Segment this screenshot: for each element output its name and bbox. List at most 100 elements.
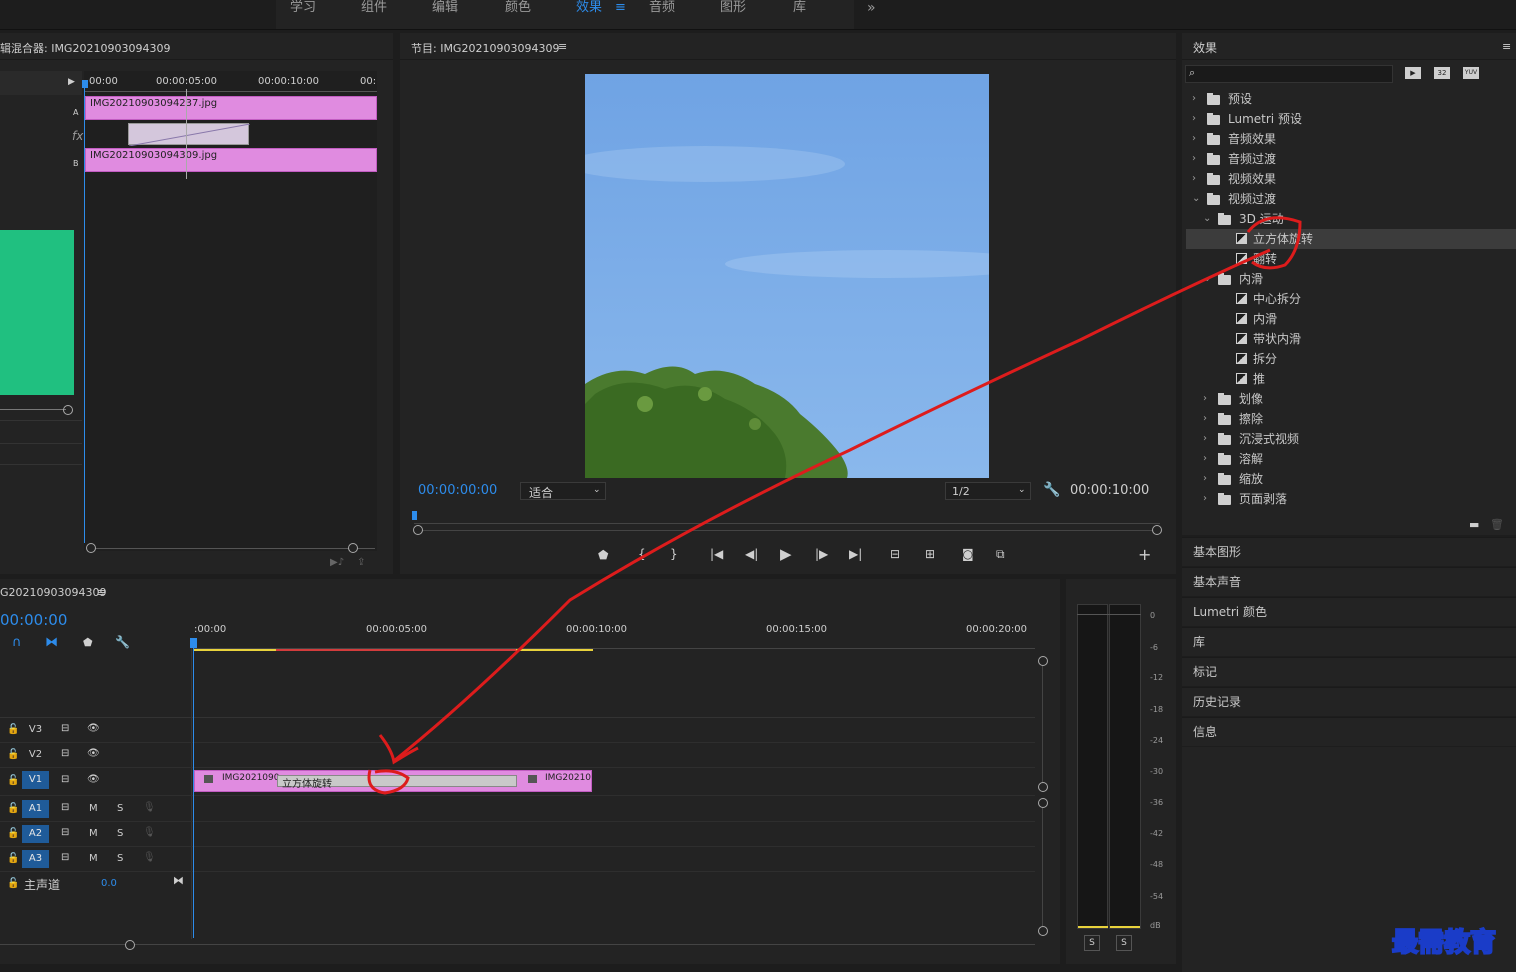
timeline-transition[interactable]: 立方体旋转 [277, 775, 517, 790]
lift-icon[interactable]: ⊟ [890, 547, 900, 561]
track-label-v3[interactable]: V3 [22, 721, 49, 739]
camera-icon[interactable]: ◙ [962, 547, 974, 561]
effects-tree-item[interactable]: 带状内滑 [1186, 329, 1516, 349]
workspace-tab-learn[interactable]: 学习 [290, 0, 316, 28]
chevron-right-icon[interactable]: › [1192, 129, 1196, 149]
chevron-right-icon[interactable]: › [1203, 449, 1207, 469]
tab-essential-sound[interactable]: 基本声音 [1182, 567, 1516, 596]
timeline-playhead[interactable] [193, 640, 194, 938]
workspace-tab-audio[interactable]: 音频 [649, 0, 675, 28]
sync-lock-icon[interactable]: ⊟ [61, 774, 69, 785]
master-volume-value[interactable]: 0.0 [101, 878, 117, 889]
solo-right-button[interactable]: S [1116, 935, 1132, 951]
video-scroll-top-handle[interactable] [1038, 656, 1048, 666]
transition-bar[interactable] [128, 123, 251, 147]
preview-slider-handle[interactable] [63, 405, 73, 415]
mute-button[interactable]: M [89, 828, 98, 839]
clip-a[interactable]: IMG20210903094237.jpg [85, 96, 377, 120]
chevron-right-icon[interactable]: › [1203, 429, 1207, 449]
program-zoom-right-handle[interactable] [1152, 525, 1162, 535]
effects-tree-item[interactable]: 立方体旋转 [1186, 229, 1516, 249]
mute-button[interactable]: M [89, 853, 98, 864]
sync-lock-icon[interactable]: ⊟ [61, 802, 69, 813]
effects-tree-item[interactable]: › 音频过渡 [1186, 149, 1516, 169]
ec-playhead-handle[interactable] [82, 80, 88, 88]
effects-tree-item[interactable]: ⌄ 3D 运动 [1186, 209, 1516, 229]
effects-tree-item[interactable]: 中心拆分 [1186, 289, 1516, 309]
video-scroll-bottom-handle[interactable] [1038, 782, 1048, 792]
sync-lock-icon[interactable]: ⊟ [61, 723, 69, 734]
effects-tree-item[interactable]: › 缩放 [1186, 469, 1516, 489]
workspace-tab-menu-icon[interactable]: ≡ [615, 0, 626, 28]
yuv-effects-icon[interactable]: YUV [1463, 67, 1479, 79]
ec-scrollbar[interactable] [90, 548, 375, 549]
chevron-right-icon[interactable]: › [1192, 169, 1196, 189]
expand-arrow-icon[interactable]: ▶ [68, 77, 75, 87]
program-zoom-left-handle[interactable] [413, 525, 423, 535]
effects-tree-item[interactable]: ⌄ 内滑 [1186, 269, 1516, 289]
zoom-select[interactable]: 适合 ⌄ [520, 482, 606, 500]
timeline-timecode[interactable]: 00:00:00 [0, 611, 67, 629]
effects-search-input[interactable]: ⌕ [1185, 65, 1393, 83]
chevron-right-icon[interactable]: › [1203, 409, 1207, 429]
button-editor-add[interactable]: + [1138, 545, 1151, 564]
extract-icon[interactable]: ⊞ [925, 547, 935, 561]
effects-menu-icon[interactable]: ≡ [1502, 40, 1511, 53]
program-scrub-ruler[interactable] [414, 514, 1160, 524]
effects-tree-item[interactable]: › 页面剥落 [1186, 489, 1516, 509]
chevron-right-icon[interactable]: › [1203, 469, 1207, 489]
workspace-tab-graphics[interactable]: 图形 [720, 0, 746, 28]
tab-info[interactable]: 信息 [1182, 717, 1516, 746]
microphone-icon[interactable]: 🎙 [143, 827, 156, 838]
ec-playhead[interactable] [84, 81, 85, 543]
new-bin-icon[interactable]: ▬ [1469, 518, 1479, 531]
program-playhead[interactable] [412, 511, 417, 520]
mark-in-icon[interactable]: { [638, 547, 646, 561]
workspace-tab-editing[interactable]: 编辑 [432, 0, 458, 28]
track-label-a1[interactable]: A1 [22, 800, 49, 818]
effects-tree-item[interactable]: › 溶解 [1186, 449, 1516, 469]
effects-tree-item[interactable]: › Lumetri 预设 [1186, 109, 1516, 129]
wrench-icon[interactable]: 🔧 [115, 635, 130, 649]
sync-lock-icon[interactable]: ⊟ [61, 852, 69, 863]
lock-icon[interactable]: 🔓 [7, 803, 19, 814]
effects-tree-item[interactable]: › 划像 [1186, 389, 1516, 409]
tab-essential-graphics[interactable]: 基本图形 [1182, 537, 1516, 566]
video-scrollbar[interactable] [1042, 666, 1043, 782]
ec-scroll-left-handle[interactable] [86, 543, 96, 553]
32bit-effects-icon[interactable]: 32 [1434, 67, 1450, 79]
workspace-tab-effects[interactable]: 效果 [576, 0, 602, 28]
lock-icon[interactable]: 🔓 [7, 878, 19, 889]
solo-button[interactable]: S [117, 828, 123, 839]
audio-scroll-bottom-handle[interactable] [1038, 926, 1048, 936]
wrench-icon[interactable]: 🔧 [1043, 482, 1060, 498]
eye-icon[interactable]: 👁 [87, 748, 100, 759]
tab-libraries[interactable]: 库 [1182, 627, 1516, 656]
chevron-right-icon[interactable]: › [1203, 389, 1207, 409]
program-timecode[interactable]: 00:00:00:00 [418, 483, 497, 498]
solo-button[interactable]: S [117, 803, 123, 814]
solo-button[interactable]: S [117, 853, 123, 864]
timeline-ruler[interactable] [193, 637, 1035, 649]
solo-left-button[interactable]: S [1084, 935, 1100, 951]
effects-tree-item[interactable]: 内滑 [1186, 309, 1516, 329]
timeline-playhead-handle[interactable] [190, 638, 197, 648]
step-back-icon[interactable]: ◀| [745, 547, 758, 561]
workspace-overflow-icon[interactable]: » [867, 0, 876, 28]
trash-icon[interactable]: 🗑 [1490, 518, 1504, 531]
add-marker-icon[interactable]: ⬟ [598, 548, 608, 562]
audio-scrollbar[interactable] [1042, 808, 1043, 926]
track-label-a3[interactable]: A3 [22, 850, 49, 868]
export-icon[interactable]: ⇪ [357, 557, 365, 568]
timeline-hscroll-handle[interactable] [125, 940, 135, 950]
tab-markers[interactable]: 标记 [1182, 657, 1516, 686]
workspace-tab-color[interactable]: 颜色 [505, 0, 531, 28]
mark-out-icon[interactable]: } [670, 547, 678, 561]
effects-tree-item[interactable]: › 擦除 [1186, 409, 1516, 429]
lock-icon[interactable]: 🔓 [7, 828, 19, 839]
play-audio-icon[interactable]: ▶♪ [330, 557, 344, 568]
effects-tree-item[interactable]: › 预设 [1186, 89, 1516, 109]
snap-icon[interactable]: ∩ [12, 635, 22, 650]
accelerated-effects-icon[interactable]: ▶ [1405, 67, 1421, 79]
lock-icon[interactable]: 🔓 [7, 749, 19, 760]
